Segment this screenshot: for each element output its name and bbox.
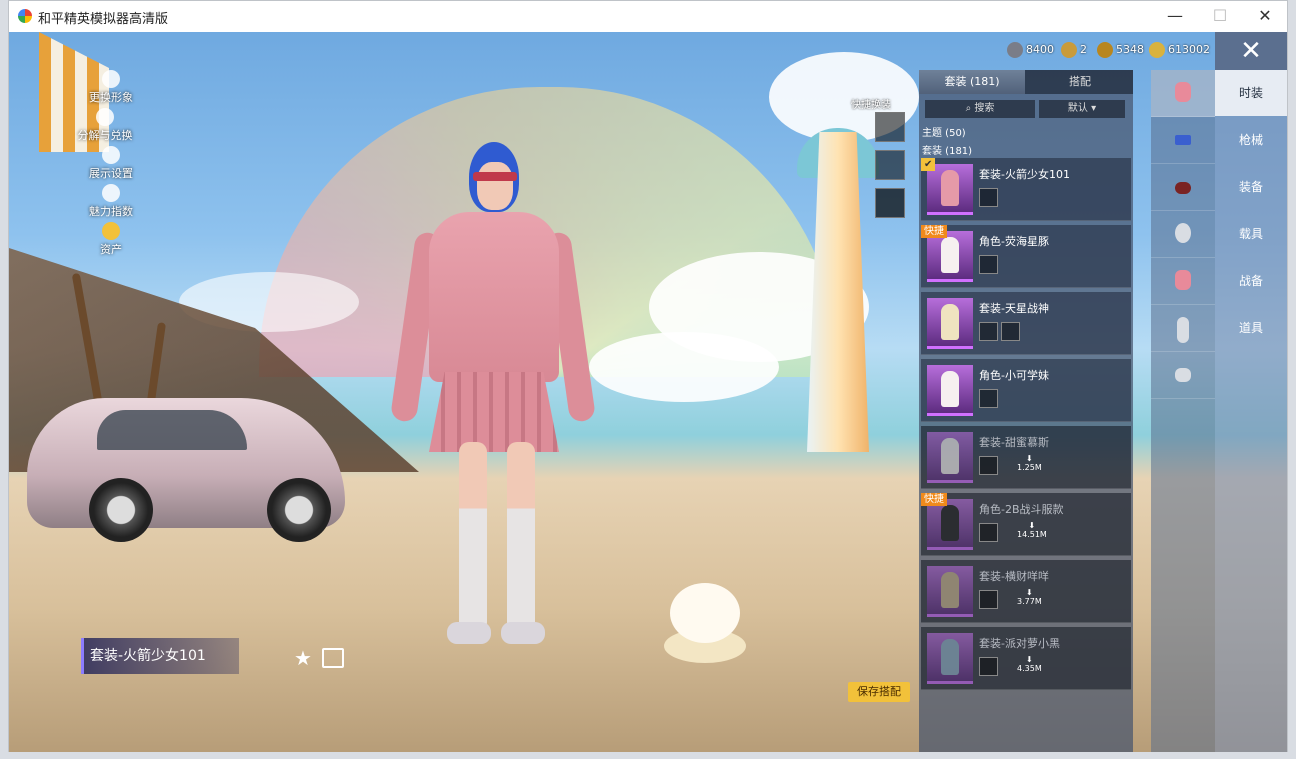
coat-icon[interactable] [1151, 70, 1215, 117]
helmet-icon[interactable] [1151, 164, 1215, 211]
lighthouse [807, 132, 869, 452]
person-icon [102, 70, 120, 88]
pet-companion[interactable] [664, 557, 749, 672]
socks-icon[interactable] [1151, 352, 1215, 399]
outfit-icon[interactable] [1151, 258, 1215, 305]
display-settings-button[interactable]: 展示设置 [71, 146, 151, 181]
emulator-window: 和平精英模拟器高清版 — ☐ ✕ 更换形象 分解与兑换 展示设置 魅力指数 资产… [8, 0, 1288, 752]
part-icon [979, 657, 998, 676]
tab-fashion[interactable]: 时装 [1215, 70, 1287, 116]
part-icon [979, 322, 998, 341]
tab-vehicles[interactable]: 载具 [1215, 211, 1287, 257]
list-item[interactable]: 套装-天星战神 [921, 292, 1131, 355]
quick-badge: 快捷 [921, 225, 947, 238]
quick-change-label: 快捷换装 [851, 100, 891, 111]
equipped-check-icon: ✔ [921, 158, 936, 171]
category-icon-column [1151, 70, 1215, 752]
sort-dropdown[interactable]: 默认 ▾ [1039, 100, 1125, 118]
game-viewport: 更换形象 分解与兑换 展示设置 魅力指数 资产 8400 2 5348 6130… [9, 32, 1287, 752]
part-icon [979, 523, 998, 542]
app-logo-icon [18, 9, 32, 23]
wardrobe-panel: 套装 (181) 搭配 ⌕ 搜索 默认 ▾ 主题 (50) 套装 (181) ✔… [919, 70, 1133, 752]
eye-icon [102, 146, 120, 164]
part-icon [979, 188, 998, 207]
minimize-button[interactable]: — [1152, 1, 1198, 32]
list-item[interactable]: 快捷 角色-2B战斗服款 ⬇ 14.51M [921, 493, 1131, 556]
change-appearance-button[interactable]: 更换形象 [71, 70, 151, 105]
download-size[interactable]: ⬇ 14.51M [1017, 521, 1047, 539]
pants-icon[interactable] [1151, 305, 1215, 352]
crown-icon [102, 222, 120, 240]
player-character[interactable] [389, 142, 597, 672]
download-size[interactable]: ⬇ 4.35M [1017, 655, 1042, 673]
window-title: 和平精英模拟器高清版 [38, 12, 169, 27]
download-size[interactable]: ⬇ 1.25M [1017, 454, 1042, 472]
item-thumbnail [927, 499, 973, 550]
list-item[interactable]: 套装-甜蜜慕斯 ⬇ 1.25M [921, 426, 1131, 489]
item-thumbnail [927, 365, 973, 416]
part-icon [979, 456, 998, 475]
item-thumbnail [927, 231, 973, 282]
decompose-exchange-button[interactable]: 分解与兑换 [65, 108, 145, 143]
title-bar: 和平精英模拟器高清版 — ☐ ✕ [9, 1, 1287, 32]
part-icon [979, 590, 998, 609]
panel-tabs: 套装 (181) 搭配 [919, 70, 1133, 94]
category-tab-column: 时装 枪械 装备 载具 战备 道具 [1215, 70, 1287, 752]
share-icon[interactable] [322, 648, 344, 668]
assets-button[interactable]: 资产 [71, 222, 151, 257]
tab-suits[interactable]: 套装 (181) [919, 70, 1025, 94]
item-thumbnail [927, 633, 973, 684]
tab-weapons[interactable]: 枪械 [1215, 117, 1287, 163]
coin-gray-icon [1007, 42, 1023, 58]
tab-equipment[interactable]: 装备 [1215, 164, 1287, 210]
item-thumbnail [927, 298, 973, 349]
list-item[interactable]: 快捷 角色-荧海星豚 [921, 225, 1131, 288]
part-icon [979, 389, 998, 408]
item-thumbnail [927, 164, 973, 215]
item-thumbnail [927, 566, 973, 617]
quick-slot-2[interactable] [875, 150, 905, 180]
list-item[interactable]: 角色-小可学妹 [921, 359, 1131, 422]
maximize-button[interactable]: ☐ [1197, 1, 1243, 32]
coin-gold-icon [1149, 42, 1165, 58]
download-size[interactable]: ⬇ 3.77M [1017, 588, 1042, 606]
tab-items[interactable]: 道具 [1215, 305, 1287, 351]
favorite-star-icon[interactable]: ★ [294, 646, 312, 670]
suit-section-header: 套装 (181) [922, 146, 973, 157]
pink-car [27, 398, 345, 542]
part-icon [1001, 322, 1020, 341]
quick-slot-1[interactable] [875, 112, 905, 142]
list-item[interactable]: ✔ 套装-火箭少女101 [921, 158, 1131, 221]
wardrobe-hanger-button[interactable] [875, 188, 905, 218]
chevron-down-icon: ▾ [1087, 103, 1097, 114]
current-outfit-name: 套装-火箭少女101 [81, 638, 239, 674]
gear-icon [96, 108, 114, 126]
quick-badge: 快捷 [921, 493, 947, 506]
save-outfit-button[interactable]: 保存搭配 [848, 682, 910, 702]
list-item[interactable]: 套装-派对萝小黑 ⬇ 4.35M [921, 627, 1131, 690]
close-wardrobe-button[interactable]: ✕ [1215, 32, 1287, 70]
item-thumbnail [927, 432, 973, 483]
currency-gold: 613002 [1149, 40, 1210, 60]
close-window-button[interactable]: ✕ [1242, 1, 1288, 32]
part-icon [979, 255, 998, 274]
coin-a-icon [1061, 42, 1077, 58]
currency-a: 2 [1061, 40, 1087, 60]
flame-icon [102, 184, 120, 202]
theme-section-header[interactable]: 主题 (50) [922, 124, 966, 139]
search-button[interactable]: ⌕ 搜索 [925, 100, 1035, 118]
list-item[interactable]: 套装-横财咩咩 ⬇ 3.77M [921, 560, 1131, 623]
tab-battle-prep[interactable]: 战备 [1215, 258, 1287, 304]
tab-combo[interactable]: 搭配 [1027, 70, 1133, 94]
currency-bronze: 5348 [1097, 40, 1144, 60]
cloud [589, 332, 779, 402]
charm-index-button[interactable]: 魅力指数 [71, 184, 151, 219]
currency-gray: 8400 [1007, 40, 1054, 60]
mask-icon[interactable] [1151, 211, 1215, 258]
coin-bronze-icon [1097, 42, 1113, 58]
rifle-icon[interactable] [1151, 117, 1215, 164]
